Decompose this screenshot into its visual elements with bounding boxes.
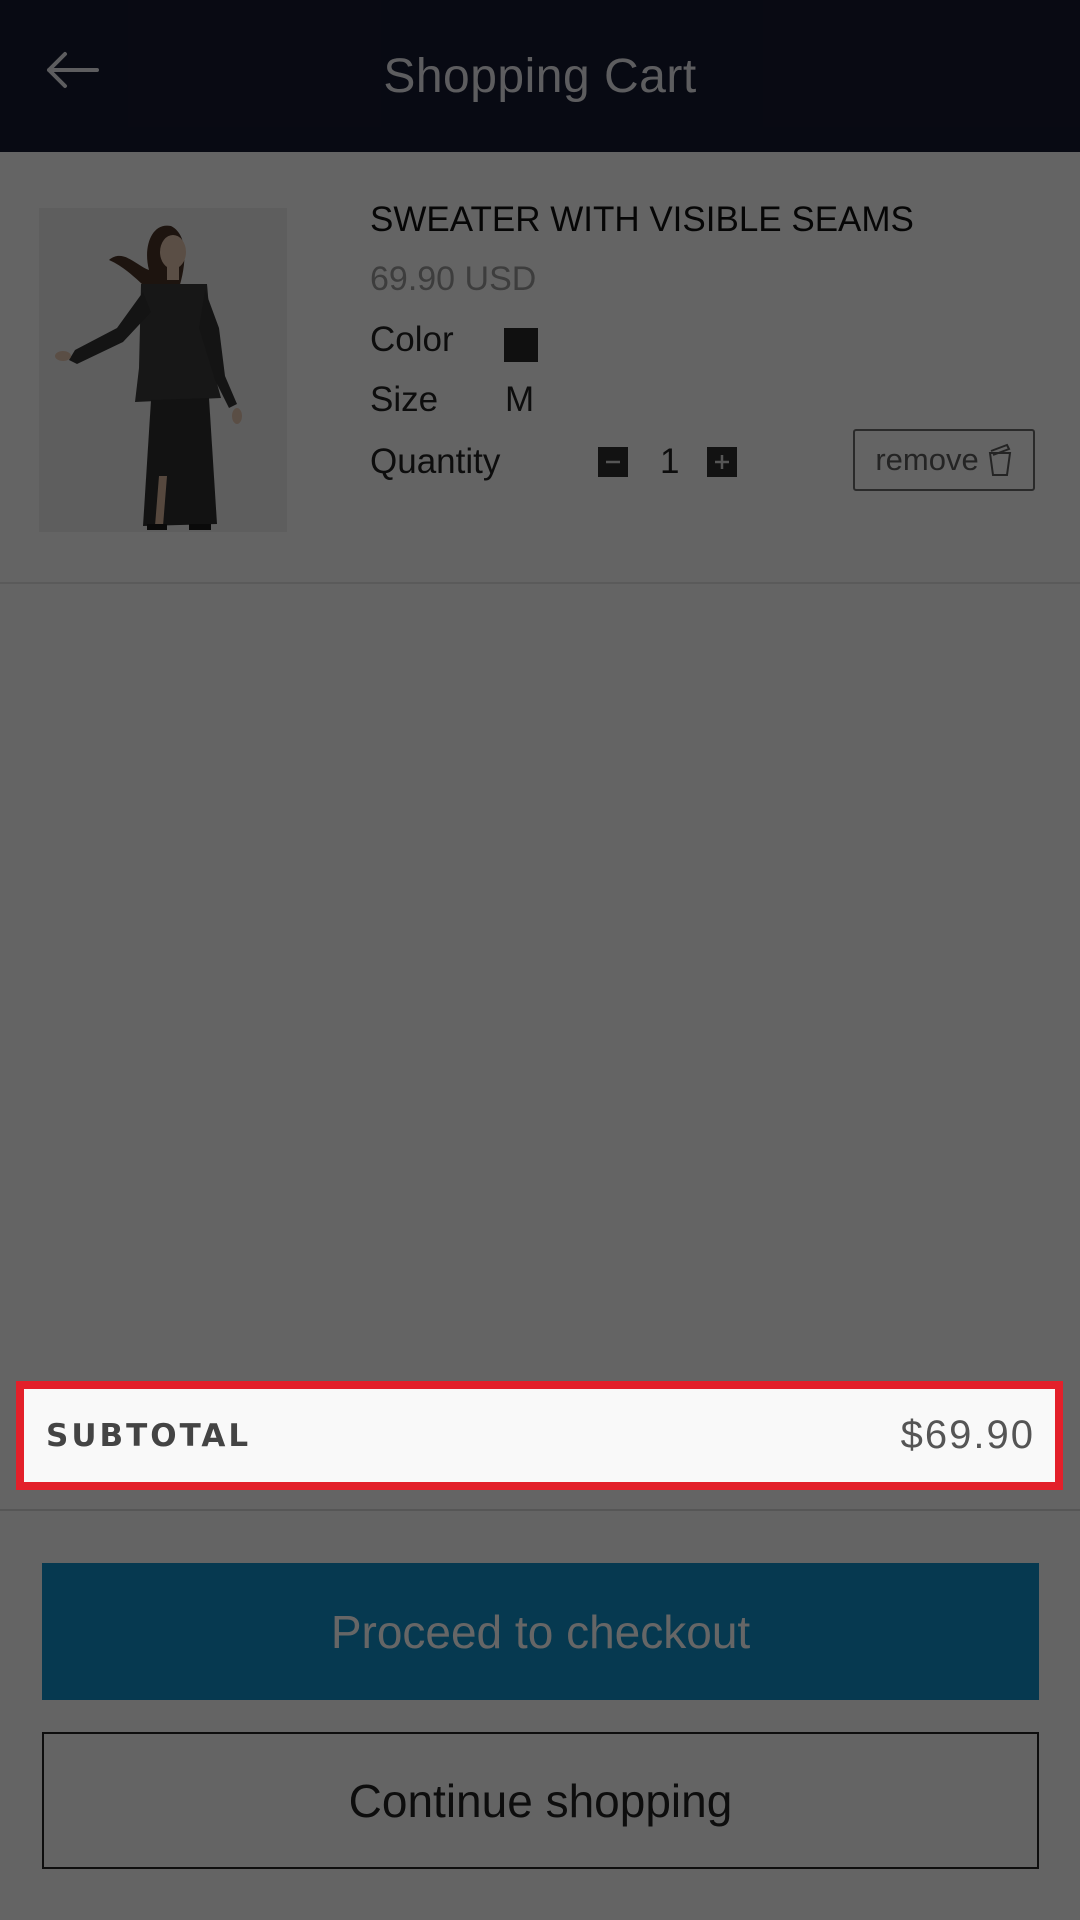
quantity-decrement-button[interactable] [598, 447, 628, 477]
remove-label: remove [875, 442, 979, 477]
size-label: Size [370, 380, 439, 419]
color-label: Color [370, 320, 454, 359]
quantity-label: Quantity [370, 442, 501, 481]
page-title: Shopping Cart [383, 49, 697, 103]
product-photo [39, 208, 287, 532]
continue-shopping-button[interactable]: Continue shopping [42, 1732, 1039, 1869]
minus-icon [606, 460, 620, 464]
subtotal-label: SUBTOTAL [46, 1417, 252, 1454]
subtotal-value: $69.90 [900, 1413, 1035, 1457]
size-value: M [505, 380, 535, 419]
color-swatch [504, 328, 538, 362]
product-image[interactable] [39, 208, 287, 532]
divider [0, 1509, 1080, 1511]
quantity-value: 1 [660, 442, 680, 481]
checkout-button[interactable]: Proceed to checkout [42, 1563, 1039, 1700]
app-header: Shopping Cart [0, 0, 1080, 152]
remove-button[interactable]: remove [853, 429, 1035, 491]
cart-item: SWEATER WITH VISIBLE SEAMS 69.90 USD Col… [0, 152, 1080, 584]
product-name[interactable]: SWEATER WITH VISIBLE SEAMS [370, 200, 914, 240]
product-price: 69.90 USD [370, 260, 537, 298]
plus-icon [715, 455, 729, 469]
quantity-increment-button[interactable] [707, 447, 737, 477]
subtotal-row: SUBTOTAL $69.90 [16, 1381, 1063, 1490]
trash-icon [988, 443, 1011, 476]
